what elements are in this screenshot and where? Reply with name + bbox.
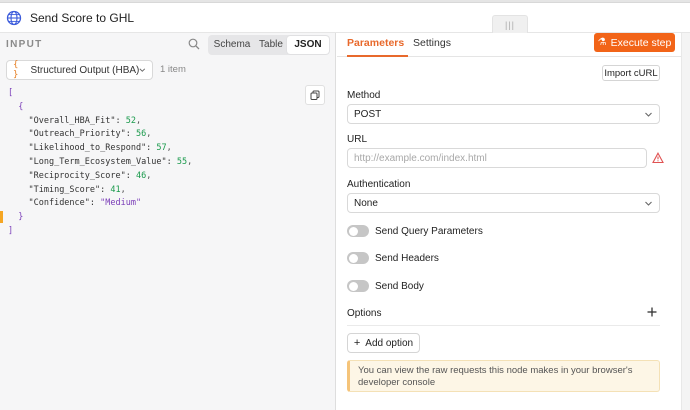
json-line: "Overall_HBA_Fit": 52, xyxy=(0,115,330,129)
toggle-switch[interactable] xyxy=(347,252,369,264)
json-number: 57 xyxy=(151,143,167,154)
toggle-switch[interactable] xyxy=(347,280,369,292)
json-key: "Likelihood_to_Respond": xyxy=(28,143,152,154)
view-tab-json[interactable]: JSON xyxy=(287,36,329,54)
node-title: Send Score to GHL xyxy=(30,10,135,25)
json-line: { xyxy=(0,101,330,115)
panel-tabs: Parameters Settings ⚗ Execute step xyxy=(337,33,681,57)
scrollbar[interactable] xyxy=(681,33,690,410)
item-count: 1 item xyxy=(160,64,186,75)
title-bar: Send Score to GHL xyxy=(0,3,690,33)
send-query-parameters-toggle[interactable]: Send Query Parameters xyxy=(347,224,483,238)
input-panel: INPUT Schema Table JSON { } Structured O… xyxy=(0,33,336,410)
options-label: Options xyxy=(347,308,382,319)
json-line: "Long_Term_Ecosystem_Value": 55, xyxy=(0,156,330,170)
execute-step-label: Execute step xyxy=(610,36,672,49)
panel-resize-handle[interactable]: ||| xyxy=(492,15,528,33)
json-punctuation: , xyxy=(146,129,152,140)
plus-icon[interactable] xyxy=(647,307,657,317)
authentication-value: None xyxy=(354,197,378,209)
json-number: 55 xyxy=(171,156,188,167)
json-punctuation: , xyxy=(187,156,193,167)
add-option-label: Add option xyxy=(365,337,414,349)
active-tab-indicator xyxy=(347,55,408,57)
input-node-select[interactable]: { } Structured Output (HBA) xyxy=(6,60,153,80)
send-headers-label: Send Headers xyxy=(375,252,439,264)
json-string: "Medium" xyxy=(95,198,142,209)
json-key: "Long_Term_Ecosystem_Value": xyxy=(28,156,172,167)
json-line: "Outreach_Priority": 56, xyxy=(0,128,330,142)
flask-icon: ⚗ xyxy=(597,37,607,48)
input-label: INPUT xyxy=(6,39,43,50)
warning-icon xyxy=(652,152,664,164)
json-punctuation: , xyxy=(166,143,172,154)
chevron-down-icon xyxy=(645,201,652,206)
json-line: [ xyxy=(0,87,330,101)
json-line: ] xyxy=(0,225,330,239)
view-mode-switch: Schema Table JSON xyxy=(208,35,330,55)
json-punctuation: , xyxy=(135,115,142,126)
add-option-button[interactable]: + Add option xyxy=(347,333,420,353)
chevron-down-icon xyxy=(139,68,146,72)
options-divider xyxy=(347,325,660,326)
json-line: "Likelihood_to_Respond": 57, xyxy=(0,142,330,156)
authentication-label: Authentication xyxy=(347,179,411,190)
json-line: "Timing_Score": 41, xyxy=(0,184,330,198)
url-placeholder: http://example.com/index.html xyxy=(354,152,487,164)
tab-parameters[interactable]: Parameters xyxy=(347,37,404,49)
json-output: [ { "Overall_HBA_Fit": 52, "Outreach_Pri… xyxy=(0,87,330,239)
toggle-switch[interactable] xyxy=(347,225,369,237)
send-body-label: Send Body xyxy=(375,280,424,292)
import-curl-button[interactable]: Import cURL xyxy=(602,65,660,81)
json-key: "Confidence": xyxy=(28,198,96,209)
json-bracket: ] xyxy=(8,225,14,236)
json-bracket: [ xyxy=(8,88,14,98)
braces-icon: { } xyxy=(13,60,19,80)
json-bracket: { xyxy=(18,101,24,112)
method-value: POST xyxy=(354,108,382,120)
tab-settings[interactable]: Settings xyxy=(413,37,451,49)
globe-icon xyxy=(6,10,22,25)
json-line: "Reciprocity_Score": 46, xyxy=(0,170,330,184)
url-input[interactable]: http://example.com/index.html xyxy=(347,148,647,168)
json-line: } xyxy=(0,211,330,225)
chevron-down-icon xyxy=(645,112,652,117)
json-punctuation: , xyxy=(146,170,152,181)
json-line: "Confidence": "Medium" xyxy=(0,197,330,211)
json-number: 52 xyxy=(120,115,136,126)
json-key: "Reciprocity_Score": xyxy=(28,170,131,181)
method-label: Method xyxy=(347,90,381,101)
url-label: URL xyxy=(347,134,368,145)
search-icon[interactable] xyxy=(188,38,200,50)
input-node-select-value: Structured Output (HBA) xyxy=(30,64,140,76)
developer-console-notice: You can view the raw requests this node … xyxy=(347,360,660,392)
json-number: 46 xyxy=(130,170,147,181)
view-tab-schema[interactable]: Schema xyxy=(209,36,255,54)
execute-step-button[interactable]: ⚗ Execute step xyxy=(594,33,675,52)
json-key: "Outreach_Priority": xyxy=(28,129,131,140)
json-number: 41 xyxy=(105,184,121,195)
json-bracket: } xyxy=(18,212,24,223)
send-headers-toggle[interactable]: Send Headers xyxy=(347,251,439,265)
send-body-toggle[interactable]: Send Body xyxy=(347,279,424,293)
json-punctuation: , xyxy=(120,184,126,195)
row-highlight-marker xyxy=(0,211,3,223)
method-select[interactable]: POST xyxy=(347,104,660,124)
view-tab-table[interactable]: Table xyxy=(255,36,287,54)
json-number: 56 xyxy=(130,129,147,140)
parameters-panel: Parameters Settings ⚗ Execute step Impor… xyxy=(337,33,690,410)
json-key: "Timing_Score": xyxy=(28,184,106,195)
send-query-parameters-label: Send Query Parameters xyxy=(375,225,483,237)
plus-icon: + xyxy=(353,337,361,349)
json-key: "Overall_HBA_Fit": xyxy=(28,115,121,126)
authentication-select[interactable]: None xyxy=(347,193,660,213)
